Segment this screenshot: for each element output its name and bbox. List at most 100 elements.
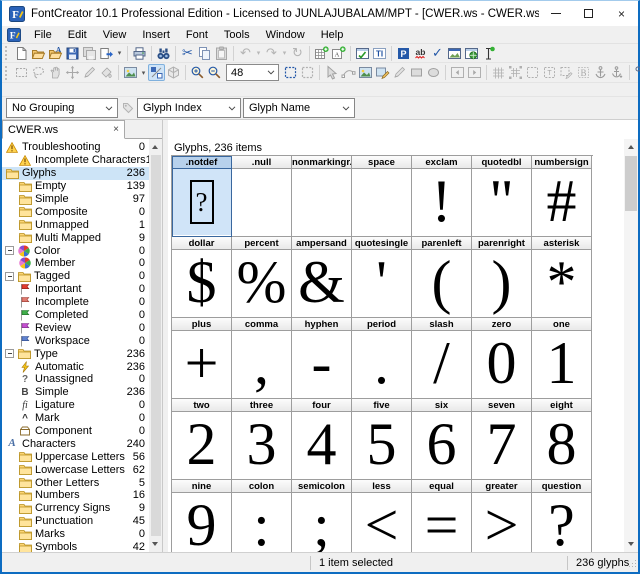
glyph-cell-quotedbl[interactable]: quotedbl" bbox=[472, 156, 532, 237]
tree-item-simple[interactable]: BSimple236 bbox=[2, 386, 149, 399]
tree-item-member[interactable]: Member0 bbox=[2, 257, 149, 270]
glyph-cell-equal[interactable]: equal= bbox=[412, 480, 472, 552]
glyph-cell-hyphen[interactable]: hyphen- bbox=[292, 318, 352, 399]
glyph-cell-five[interactable]: five5 bbox=[352, 399, 412, 480]
glyph-cell-zero[interactable]: zero0 bbox=[472, 318, 532, 399]
collapse-icon[interactable] bbox=[5, 272, 14, 281]
scroll-up-icon[interactable] bbox=[152, 145, 158, 149]
tree-item-ligature[interactable]: fiLigature0 bbox=[2, 399, 149, 412]
collapse-icon[interactable] bbox=[5, 246, 14, 255]
save-font-button[interactable] bbox=[64, 45, 81, 62]
glyph-cell-nine[interactable]: nine9 bbox=[172, 480, 232, 552]
new-font-button[interactable] bbox=[13, 45, 30, 62]
tree-item-incomplete-characters[interactable]: Incomplete Characters138 bbox=[2, 154, 149, 167]
toolbar-grip[interactable] bbox=[5, 66, 10, 80]
background-image-button[interactable] bbox=[122, 64, 139, 81]
glyph-cell-nonmarkingr[interactable]: nonmarkingr... bbox=[292, 156, 352, 237]
tree-scrollbar[interactable] bbox=[149, 139, 162, 552]
tree-item-type[interactable]: Type236 bbox=[2, 347, 149, 360]
glyph-grid-scrollbar[interactable] bbox=[624, 139, 638, 552]
tree-item-troubleshooting[interactable]: Troubleshooting0 bbox=[2, 141, 149, 154]
preview-font-button[interactable] bbox=[446, 45, 463, 62]
glyph-cell-six[interactable]: six6 bbox=[412, 399, 472, 480]
open-installed-font-button[interactable]: A bbox=[47, 45, 64, 62]
maximize-button[interactable] bbox=[572, 1, 605, 26]
tree-item-incomplete[interactable]: Incomplete0 bbox=[2, 296, 149, 309]
tree-item-marks[interactable]: Marks0 bbox=[2, 528, 149, 541]
tree-item-punctuation[interactable]: Punctuation45 bbox=[2, 515, 149, 528]
glyph-cell-numbersign[interactable]: numbersign# bbox=[532, 156, 592, 237]
glyph-cell-asterisk[interactable]: asterisk* bbox=[532, 237, 592, 318]
glyph-cell-dollar[interactable]: dollar$ bbox=[172, 237, 232, 318]
tree-item-composite[interactable]: Composite0 bbox=[2, 205, 149, 218]
edit-image-button[interactable] bbox=[374, 64, 391, 81]
glyph-cell-less[interactable]: less< bbox=[352, 480, 412, 552]
image-tool-button[interactable] bbox=[357, 64, 374, 81]
tree-item-mark[interactable]: ^Mark0 bbox=[2, 412, 149, 425]
tree-item-workspace[interactable]: Workspace0 bbox=[2, 334, 149, 347]
tab-close-icon[interactable]: × bbox=[113, 125, 119, 135]
glyph-cell-percent[interactable]: percent% bbox=[232, 237, 292, 318]
collapse-icon[interactable] bbox=[5, 349, 14, 358]
font-properties-button[interactable]: TI bbox=[371, 45, 388, 62]
tree-item-review[interactable]: Review0 bbox=[2, 321, 149, 334]
open-font-button[interactable] bbox=[30, 45, 47, 62]
glyph-cell-period[interactable]: period. bbox=[352, 318, 412, 399]
glyph-cell-null[interactable]: .null bbox=[232, 156, 292, 237]
cut-button[interactable]: ✂ bbox=[179, 45, 196, 62]
tree-item-other-letters[interactable]: Other Letters5 bbox=[2, 476, 149, 489]
test-font-button[interactable] bbox=[354, 45, 371, 62]
validate-font-button[interactable]: ✓ bbox=[429, 45, 446, 62]
glyph-cell-semicolon[interactable]: semicolon; bbox=[292, 480, 352, 552]
menu-font[interactable]: Font bbox=[178, 26, 216, 43]
glyph-cell-quotesingle[interactable]: quotesingle' bbox=[352, 237, 412, 318]
export-font-dropdown[interactable]: ▾ bbox=[115, 45, 124, 62]
tree-item-important[interactable]: Important0 bbox=[2, 283, 149, 296]
menu-file[interactable]: File bbox=[26, 26, 60, 43]
export-font-button[interactable] bbox=[98, 45, 115, 62]
glyph-cell-notdef[interactable]: .notdef? bbox=[172, 156, 232, 237]
glyph-cell-parenleft[interactable]: parenleft( bbox=[412, 237, 472, 318]
tree-item-multi-mapped[interactable]: Multi Mapped9 bbox=[2, 231, 149, 244]
scroll-down-icon[interactable] bbox=[628, 542, 634, 546]
glyph-cell-two[interactable]: two2 bbox=[172, 399, 232, 480]
zoom-in-button[interactable] bbox=[189, 64, 206, 81]
zoom-to-selection-button[interactable] bbox=[282, 64, 299, 81]
sort-secondary-combobox[interactable]: Glyph Name bbox=[243, 98, 355, 118]
tree-item-currency-signs[interactable]: Currency Signs9 bbox=[2, 502, 149, 515]
menu-edit[interactable]: Edit bbox=[60, 26, 95, 43]
browser-preview-button[interactable] bbox=[463, 45, 480, 62]
tree-item-symbols[interactable]: Symbols42 bbox=[2, 541, 149, 552]
glyph-cell-space[interactable]: space bbox=[352, 156, 412, 237]
glyph-cell-eight[interactable]: eight8 bbox=[532, 399, 592, 480]
find-button[interactable] bbox=[155, 45, 172, 62]
tree-item-unmapped[interactable]: Unmapped1 bbox=[2, 218, 149, 231]
glyph-cell-plus[interactable]: plus+ bbox=[172, 318, 232, 399]
glyph-cell-exclam[interactable]: exclam! bbox=[412, 156, 472, 237]
glyph-cell-seven[interactable]: seven7 bbox=[472, 399, 532, 480]
insert-glyphs-button[interactable] bbox=[313, 45, 330, 62]
toolbar-grip[interactable] bbox=[5, 46, 10, 60]
scroll-down-icon[interactable] bbox=[152, 542, 158, 546]
glyph-cell-parenright[interactable]: parenright) bbox=[472, 237, 532, 318]
print-button[interactable] bbox=[131, 45, 148, 62]
glyph-cell-comma[interactable]: comma, bbox=[232, 318, 292, 399]
scroll-up-icon[interactable] bbox=[628, 145, 634, 149]
zoom-level-combobox[interactable]: 48 bbox=[226, 64, 279, 81]
spelling-button[interactable]: ab bbox=[412, 45, 429, 62]
tree-item-glyphs[interactable]: Glyphs236 bbox=[2, 167, 149, 180]
tab-cwer-ws[interactable]: CWER.ws × bbox=[2, 120, 125, 139]
tree-item-automatic[interactable]: Automatic236 bbox=[2, 360, 149, 373]
menu-view[interactable]: View bbox=[95, 26, 135, 43]
toggle-overlay-button[interactable] bbox=[148, 64, 165, 81]
glyph-cell-four[interactable]: four4 bbox=[292, 399, 352, 480]
glyph-cell-three[interactable]: three3 bbox=[232, 399, 292, 480]
grouping-combobox[interactable]: No Grouping bbox=[6, 98, 118, 118]
tree-scrollbar-thumb[interactable] bbox=[151, 155, 161, 536]
zoom-out-button[interactable] bbox=[206, 64, 223, 81]
glyph-cell-greater[interactable]: greater> bbox=[472, 480, 532, 552]
tree-item-characters[interactable]: ACharacters240 bbox=[2, 437, 149, 450]
minimize-button[interactable] bbox=[539, 1, 572, 26]
tree-item-numbers[interactable]: Numbers16 bbox=[2, 489, 149, 502]
menu-insert[interactable]: Insert bbox=[134, 26, 178, 43]
